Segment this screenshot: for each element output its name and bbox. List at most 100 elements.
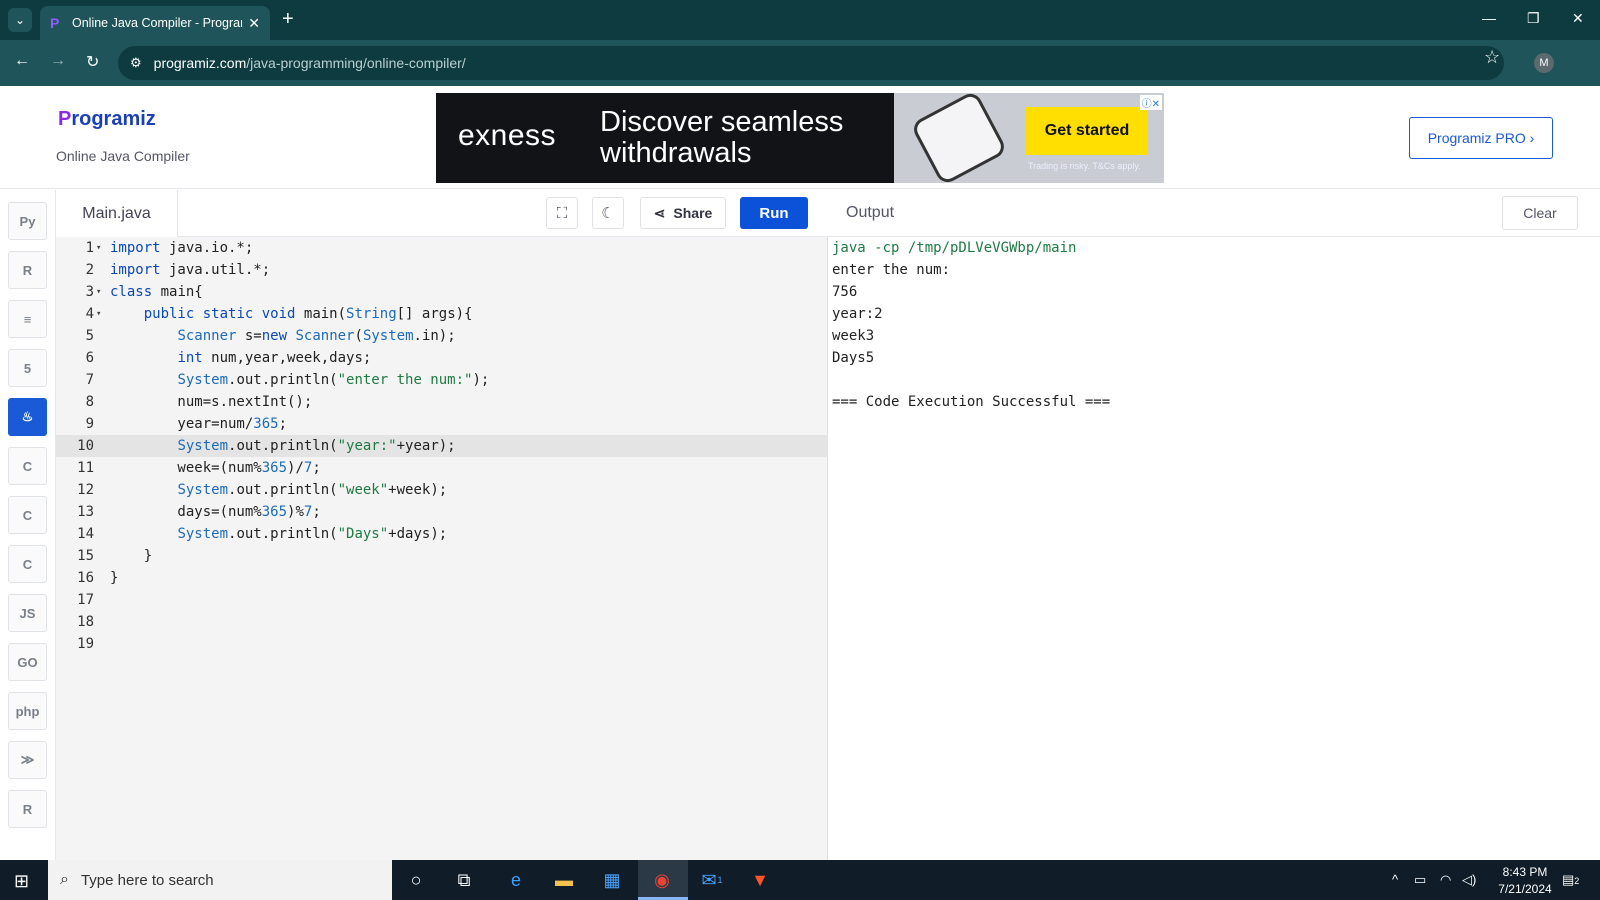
code-line[interactable]: 13 days=(num%365)%7; xyxy=(56,501,828,523)
code-line[interactable]: 4 ▾ public static void main(String[] args… xyxy=(56,303,828,325)
show-hidden-icons-icon[interactable]: ^ xyxy=(1392,872,1398,887)
sidebar-lang-swift-icon[interactable]: ≫ xyxy=(8,741,47,779)
code-line[interactable]: 15 } xyxy=(56,545,828,567)
code-line[interactable]: 7 System.out.println("enter the num:"); xyxy=(56,369,828,391)
chrome-icon[interactable]: ◉ xyxy=(648,868,676,892)
url-field[interactable]: ⚙ programiz.com/java-programming/online-… xyxy=(118,46,1504,80)
search-placeholder: Type here to search xyxy=(80,871,214,889)
wifi-icon[interactable]: ◠ xyxy=(1440,872,1451,888)
sidebar-lang-python-icon[interactable]: Py xyxy=(8,202,47,240)
ad-choices-icon[interactable]: ⓘ✕ xyxy=(1139,95,1162,110)
programiz-favicon-icon: P xyxy=(50,15,60,31)
code-line[interactable]: 1 ▾ import java.io.*; xyxy=(56,237,828,259)
ad-banner[interactable]: exness Discover seamless withdrawals Get… xyxy=(436,89,1164,187)
mail-icon[interactable]: ✉ 1 xyxy=(698,868,726,892)
code-line[interactable]: 2 import java.util.*; xyxy=(56,259,828,281)
code-text: days=(num%365)%7; xyxy=(110,504,321,520)
taskbar-search[interactable]: ⌕ Type here to search xyxy=(48,860,392,900)
code-line[interactable]: 19 xyxy=(56,633,828,655)
code-line[interactable]: 3 ▾ class main{ xyxy=(56,281,828,303)
ad-cta-button[interactable]: Get started xyxy=(1026,107,1148,155)
fold-arrow-icon[interactable]: ▾ xyxy=(96,237,101,259)
sidebar-lang-html-icon[interactable]: 5 xyxy=(8,349,47,387)
code-line[interactable]: 18 xyxy=(56,611,828,633)
new-tab-button[interactable]: + xyxy=(282,8,294,30)
restore-icon[interactable]: ❐ xyxy=(1527,10,1540,27)
share-button[interactable]: ⋖ Share xyxy=(640,197,726,229)
clear-button[interactable]: Clear xyxy=(1502,196,1578,230)
programiz-logo[interactable]: Programiz xyxy=(58,108,156,131)
line-number: 1 xyxy=(85,240,94,256)
code-text: week=(num%365)/7; xyxy=(110,460,321,476)
line-number: 8 xyxy=(85,394,94,410)
code-text: System.out.println("week"+week); xyxy=(177,482,448,498)
minimize-icon[interactable]: — xyxy=(1482,10,1496,26)
tab-search-button[interactable]: ⌄ xyxy=(8,8,32,32)
sidebar-lang-csharp-icon[interactable]: C xyxy=(8,545,47,583)
edge-browser-icon[interactable]: e xyxy=(502,868,530,892)
sidebar-lang-go-icon[interactable]: GO xyxy=(8,643,47,681)
notifications-icon[interactable]: ▤2 xyxy=(1562,872,1579,888)
line-number: 12 xyxy=(77,482,94,498)
sidebar-lang-r-icon[interactable]: R xyxy=(8,251,47,289)
code-line[interactable]: 16} xyxy=(56,567,828,589)
task-view-icon[interactable]: ⧉ xyxy=(450,868,478,892)
microsoft-store-icon[interactable]: ▦ xyxy=(598,868,626,892)
code-text: int num,year,week,days; xyxy=(177,350,372,366)
dark-mode-moon-icon[interactable]: ☾ xyxy=(592,197,624,229)
url-path: /java-programming/online-compiler/ xyxy=(246,55,466,71)
tab-title: Online Java Compiler - Program xyxy=(72,16,243,30)
sidebar-lang-sql-icon[interactable]: ≡ xyxy=(8,300,47,338)
tab-close-icon[interactable]: ✕ xyxy=(248,15,260,32)
url-host: programiz.com xyxy=(153,55,247,71)
volume-icon[interactable]: ◁) xyxy=(1462,872,1476,888)
ad-brand: exness xyxy=(458,119,557,152)
browser-tab-active[interactable]: P Online Java Compiler - Program ✕ xyxy=(40,6,270,40)
code-text: } xyxy=(110,548,153,564)
close-window-icon[interactable]: ✕ xyxy=(1572,10,1584,27)
brave-icon[interactable]: ▼ xyxy=(746,868,774,892)
sidebar-lang-java-icon[interactable]: ♨ xyxy=(8,398,47,436)
line-number: 18 xyxy=(77,614,94,630)
sidebar-lang-cpp-icon[interactable]: C xyxy=(8,496,47,534)
code-text: Scanner s=new Scanner(System.in); xyxy=(177,328,456,344)
line-number: 5 xyxy=(85,328,94,344)
fold-arrow-icon[interactable]: ▾ xyxy=(96,303,101,325)
forward-icon[interactable]: → xyxy=(50,52,66,70)
output-label: Output xyxy=(846,204,895,221)
output-line: 756 xyxy=(832,284,858,300)
battery-icon[interactable]: ▭ xyxy=(1414,872,1426,888)
code-editor[interactable]: 1 ▾ import java.io.*; 2 import java.util.*; 3… xyxy=(56,237,828,860)
back-icon[interactable]: ← xyxy=(14,52,30,70)
code-line[interactable]: 9 year=num/365; xyxy=(56,413,828,435)
run-button[interactable]: Run xyxy=(740,197,808,229)
windows-start-icon[interactable]: ⊞ xyxy=(14,871,29,892)
taskbar-clock[interactable]: 8:43 PM 7/21/2024 xyxy=(1480,864,1570,898)
code-line[interactable]: 12 System.out.println("week"+week); xyxy=(56,479,828,501)
output-line: week3 xyxy=(832,328,875,344)
reload-icon[interactable]: ↻ xyxy=(86,52,99,72)
line-number: 11 xyxy=(77,460,94,476)
sidebar-lang-php-icon[interactable]: php xyxy=(8,692,47,730)
code-line[interactable]: 6 int num,year,week,days; xyxy=(56,347,828,369)
code-line[interactable]: 10 System.out.println("year:"+year); xyxy=(56,435,828,457)
code-line[interactable]: 14 System.out.println("Days"+days); xyxy=(56,523,828,545)
sidebar-lang-js-icon[interactable]: JS xyxy=(8,594,47,632)
code-line[interactable]: 17 xyxy=(56,589,828,611)
profile-avatar[interactable]: M xyxy=(1534,53,1554,73)
code-line[interactable]: 11 week=(num%365)/7; xyxy=(56,457,828,479)
sidebar-lang-rust-icon[interactable]: R xyxy=(8,790,47,828)
cortana-icon[interactable]: ○ xyxy=(402,868,430,892)
fullscreen-icon[interactable]: ⛶ xyxy=(546,197,578,229)
fold-arrow-icon[interactable]: ▾ xyxy=(96,281,101,303)
programiz-pro-button[interactable]: Programiz PRO › xyxy=(1409,117,1553,159)
code-line[interactable]: 5 Scanner s=new Scanner(System.in); xyxy=(56,325,828,347)
ad-headline-line-1: Discover seamless xyxy=(600,106,844,138)
site-info-icon[interactable]: ⚙ xyxy=(130,55,142,71)
code-line[interactable]: 8 num=s.nextInt(); xyxy=(56,391,828,413)
ad-headline: Discover seamless withdrawals xyxy=(600,107,843,169)
file-tab-main-java[interactable]: Main.java xyxy=(56,190,178,237)
file-explorer-icon[interactable]: ▬ xyxy=(550,868,578,892)
sidebar-lang-c-icon[interactable]: C xyxy=(8,447,47,485)
site-header: Programiz Online Java Compiler exness Di… xyxy=(0,86,1600,189)
